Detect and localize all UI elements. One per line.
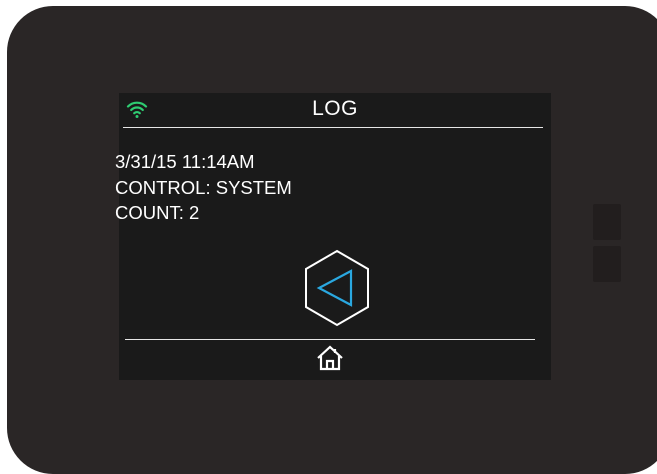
home-button[interactable] (316, 345, 344, 371)
side-button-lower[interactable] (593, 246, 621, 282)
touch-screen: LOG 3/31/15 11:14AM CONTROL: SYSTEM COUN… (115, 93, 551, 380)
log-count: COUNT: 2 (115, 202, 200, 223)
log-entry-details: 3/31/15 11:14AM CONTROL: SYSTEM COUNT: 2 (115, 149, 292, 226)
side-button-upper[interactable] (593, 204, 621, 240)
footer-divider (125, 339, 535, 340)
back-button[interactable] (302, 248, 372, 328)
log-timestamp: 3/31/15 11:14AM (115, 151, 255, 172)
home-icon (317, 345, 343, 371)
page-title: LOG (312, 97, 358, 120)
log-control: CONTROL: SYSTEM (115, 176, 292, 198)
header-divider (123, 127, 543, 128)
back-arrow-icon (316, 269, 353, 307)
